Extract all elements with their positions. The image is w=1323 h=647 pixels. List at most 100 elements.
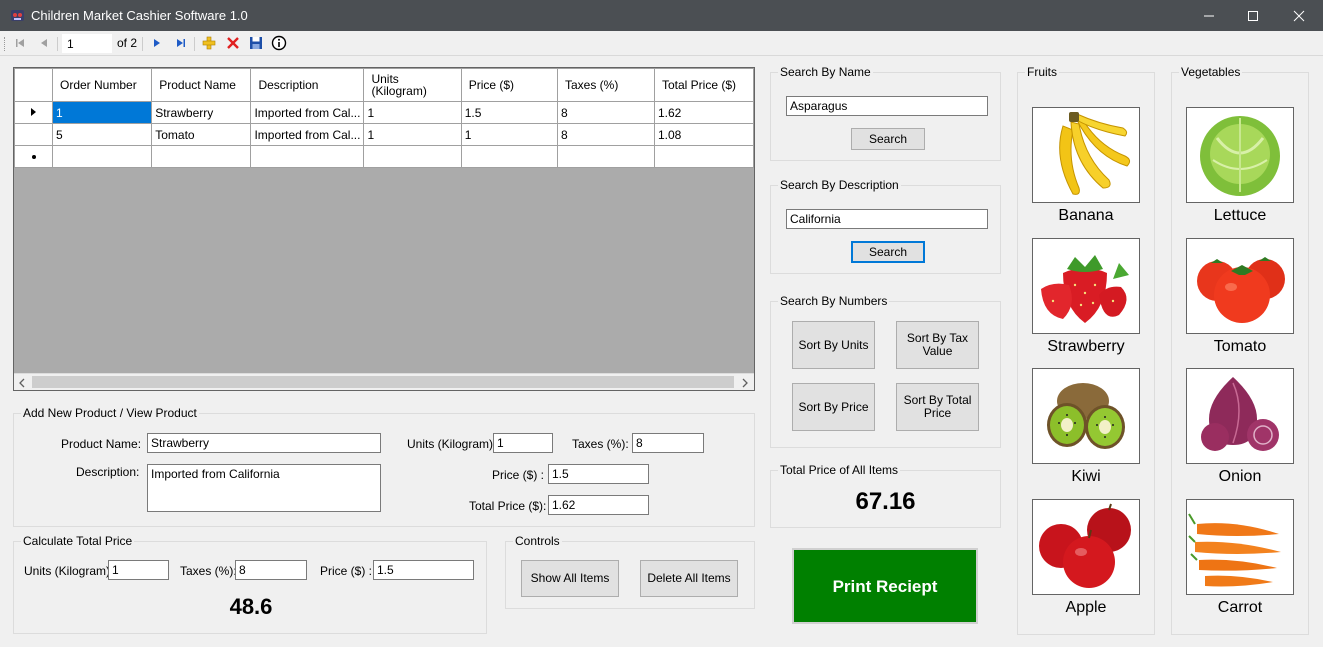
grid-corner-header <box>14 68 53 102</box>
units-field[interactable]: 1 <box>493 433 553 453</box>
info-button[interactable] <box>270 34 288 52</box>
minimize-button[interactable] <box>1186 0 1232 31</box>
grid-cell[interactable]: 1.62 <box>654 101 754 124</box>
grid-cell[interactable] <box>460 145 558 168</box>
strawberry-image[interactable] <box>1032 238 1140 334</box>
grid-cell[interactable] <box>151 145 252 168</box>
move-previous-icon <box>41 39 47 47</box>
column-header[interactable]: Price ($) <box>460 68 558 102</box>
close-button[interactable] <box>1276 0 1322 31</box>
grid-cell[interactable] <box>556 145 656 168</box>
grid-cell[interactable]: 1 <box>460 123 558 146</box>
calc-price-field[interactable]: 1.5 <box>373 560 474 580</box>
column-header[interactable]: Description <box>250 68 365 102</box>
total-price-field[interactable]: 1.62 <box>548 495 649 515</box>
grid-cell[interactable] <box>363 145 462 168</box>
grid-cell[interactable] <box>250 145 365 168</box>
table-row[interactable]: 5 Tomato Imported from Cal... 1 1 8 1.08 <box>14 123 754 146</box>
product-name-field[interactable]: Strawberry <box>147 433 381 453</box>
maximize-button[interactable] <box>1230 0 1276 31</box>
print-receipt-button[interactable]: Print Reciept <box>792 548 978 624</box>
units-label: Units (Kilogram): <box>407 437 497 451</box>
table-row[interactable]: 1 Strawberry Imported from Cal... 1 1.5 … <box>14 101 754 124</box>
scroll-left-button[interactable] <box>18 377 26 391</box>
price-field[interactable]: 1.5 <box>548 464 649 484</box>
info-icon <box>271 35 287 51</box>
column-header[interactable]: Units (Kilogram) <box>363 68 462 102</box>
grid-cell[interactable]: 1 <box>363 101 462 124</box>
grid-cell[interactable]: Tomato <box>151 123 252 146</box>
calc-units-label: Units (Kilogram): <box>24 564 114 578</box>
calc-units-field[interactable]: 1 <box>108 560 169 580</box>
horizontal-scrollbar[interactable] <box>14 373 754 390</box>
move-last-button[interactable] <box>172 34 190 52</box>
kiwi-image[interactable] <box>1032 368 1140 464</box>
column-header[interactable]: Taxes (%) <box>556 68 656 102</box>
grid-cell[interactable] <box>654 145 754 168</box>
delete-all-button[interactable]: Delete All Items <box>640 560 738 597</box>
grid-cell[interactable]: Imported from Cal... <box>250 123 365 146</box>
banana-icon <box>1059 112 1131 195</box>
row-header[interactable] <box>14 123 53 146</box>
apple-image[interactable] <box>1032 499 1140 595</box>
title-bar: Children Market Cashier Software 1.0 <box>0 0 1323 31</box>
fruit-label: Banana <box>1058 207 1114 224</box>
search-description-input[interactable]: California <box>786 209 988 229</box>
grid-cell[interactable]: 1 <box>363 123 462 146</box>
column-header[interactable]: Order Number <box>51 68 153 102</box>
move-previous-button[interactable] <box>35 34 53 52</box>
column-header[interactable]: Product Name <box>151 68 252 102</box>
grid-cell[interactable] <box>51 145 153 168</box>
description-field[interactable]: Imported from California <box>147 464 381 512</box>
column-header[interactable]: Total Price ($) <box>654 68 754 102</box>
close-icon <box>1293 10 1305 21</box>
scroll-thumb[interactable] <box>32 376 734 388</box>
kiwi-icon <box>1047 383 1125 449</box>
onion-image[interactable] <box>1186 368 1294 464</box>
grid-cell[interactable]: Strawberry <box>151 101 252 124</box>
new-row[interactable] <box>14 145 754 168</box>
orders-grid[interactable]: Order Number Product Name Description Un… <box>13 67 755 391</box>
move-next-icon <box>154 39 160 47</box>
product-name-label: Product Name: <box>61 437 142 451</box>
calc-result: 48.6 <box>229 594 273 619</box>
move-first-icon <box>16 39 24 47</box>
row-header-new[interactable] <box>14 145 53 168</box>
taxes-field[interactable]: 8 <box>632 433 704 453</box>
add-new-button[interactable] <box>200 34 218 52</box>
grid-cell[interactable]: 8 <box>556 101 656 124</box>
scroll-right-button[interactable] <box>741 377 749 391</box>
search-name-input[interactable]: Asparagus <box>786 96 988 116</box>
calc-taxes-field[interactable]: 8 <box>235 560 307 580</box>
delete-button[interactable] <box>224 34 242 52</box>
grid-cell[interactable]: 8 <box>556 123 656 146</box>
carrot-image[interactable] <box>1186 499 1294 595</box>
show-all-button[interactable]: Show All Items <box>521 560 619 597</box>
total-all-value: 67.16 <box>855 488 916 515</box>
move-next-button[interactable] <box>148 34 166 52</box>
grid-cell[interactable]: 1 <box>51 101 153 124</box>
banana-image[interactable] <box>1032 107 1140 203</box>
row-header-current[interactable] <box>14 101 53 124</box>
search-description-button[interactable]: Search <box>851 241 925 263</box>
vegetable-label: Tomato <box>1213 338 1267 355</box>
add-product-legend: Add New Product / View Product <box>21 406 199 420</box>
save-button[interactable] <box>247 34 265 52</box>
lettuce-image[interactable] <box>1186 107 1294 203</box>
price-label: Price ($) : <box>492 468 545 482</box>
sort-by-price-button[interactable]: Sort By Price <box>792 383 875 431</box>
sort-by-units-button[interactable]: Sort By Units <box>792 321 875 369</box>
tomato-image[interactable] <box>1186 238 1294 334</box>
grid-cell[interactable]: Imported from Cal... <box>250 101 365 124</box>
grid-cell[interactable]: 5 <box>51 123 153 146</box>
grid-cell[interactable]: 1.5 <box>460 101 558 124</box>
add-icon <box>202 36 216 50</box>
maximize-icon <box>1248 10 1258 21</box>
move-first-button[interactable] <box>11 34 29 52</box>
sort-by-total-button[interactable]: Sort By Total Price <box>896 383 979 431</box>
grid-cell[interactable]: 1.08 <box>654 123 754 146</box>
fruits-group: Fruits Banana Strawberry Kiwi Apple <box>1017 65 1155 635</box>
position-input[interactable] <box>62 34 112 53</box>
search-name-button[interactable]: Search <box>851 128 925 150</box>
sort-by-tax-button[interactable]: Sort By Tax Value <box>896 321 979 369</box>
